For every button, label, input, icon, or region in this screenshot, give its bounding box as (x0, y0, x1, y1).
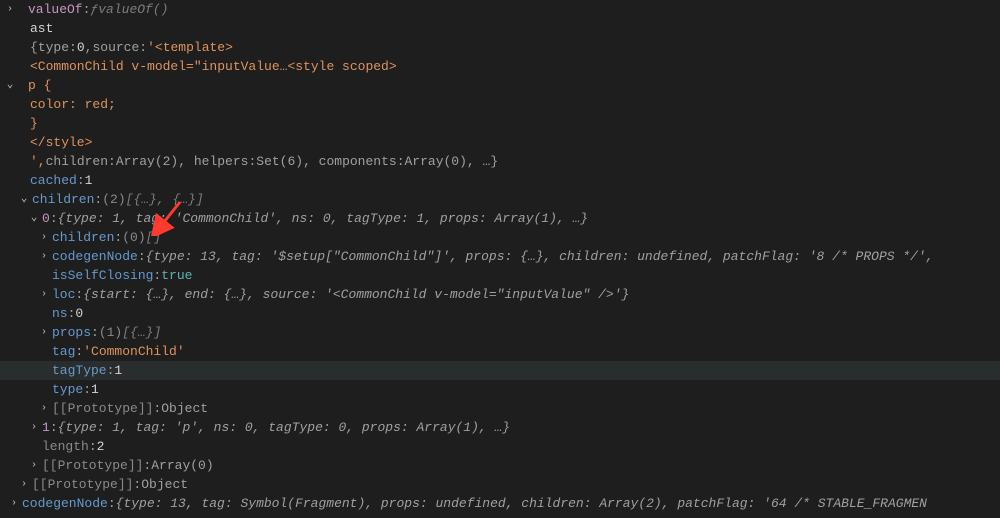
property-key: tagType (52, 361, 107, 380)
property-value: 1 (114, 361, 122, 380)
object-preview: {type: 13, tag: '$setup["CommonChild"]',… (146, 247, 934, 266)
property-key: valueOf (28, 0, 83, 19)
string-value: p { (28, 76, 51, 95)
string-value: } (30, 114, 38, 133)
property-key: codegenNode (52, 247, 138, 266)
property-key: ns (52, 304, 68, 323)
property-value: Array(2) (116, 152, 178, 171)
property-value: Set(6) (256, 152, 303, 171)
tree-row: } (0, 114, 1000, 133)
tree-row[interactable]: isSelfClosing : true (0, 266, 1000, 285)
property-key: tag (52, 342, 75, 361)
tree-row[interactable]: { type : 0 , source : '<template> (0, 38, 1000, 57)
chevron-right-icon[interactable]: › (38, 323, 50, 342)
prototype-value: Object (161, 399, 208, 418)
tree-row[interactable]: › [[Prototype]] : Object (0, 475, 1000, 494)
tree-row[interactable]: type : 1 (0, 380, 1000, 399)
string-value: </style> (30, 133, 92, 152)
property-key: type (38, 38, 69, 57)
tree-row[interactable]: › loc : {start: {…}, end: {…}, source: '… (0, 285, 1000, 304)
tree-row: </style> (0, 133, 1000, 152)
string-value: color: red; (30, 95, 116, 114)
chevron-down-icon[interactable]: ⌄ (18, 190, 30, 209)
chevron-right-icon[interactable]: › (38, 228, 50, 247)
property-key: children (32, 190, 94, 209)
property-value: 0 (77, 38, 85, 57)
tree-row[interactable]: tag : 'CommonChild' (0, 342, 1000, 361)
prototype-value: Object (141, 475, 188, 494)
chevron-right-icon[interactable]: › (4, 0, 16, 19)
chevron-down-icon[interactable]: ⌄ (28, 209, 40, 228)
prototype-value: Array(0) (151, 456, 213, 475)
property-key: props (52, 323, 91, 342)
chevron-right-icon[interactable]: › (28, 418, 40, 437)
tree-row[interactable]: ⌄ children : (2) [{…}, {…}] (0, 190, 1000, 209)
property-key: source (92, 38, 139, 57)
property-key: children (52, 228, 114, 247)
tree-row[interactable]: › codegenNode : {type: 13, tag: Symbol(F… (0, 494, 1000, 513)
tree-row[interactable]: ns : 0 (0, 304, 1000, 323)
property-key: cached (30, 171, 77, 190)
string-value: <CommonChild v-model="inputValue…<style … (30, 57, 397, 76)
array-preview: [{…}] (122, 323, 161, 342)
tree-row[interactable]: length : 2 (0, 437, 1000, 456)
property-value: 0 (75, 304, 83, 323)
property-key: loc (52, 285, 75, 304)
tree-row[interactable]: › codegenNode : {type: 13, tag: '$setup[… (0, 247, 1000, 266)
tree-row-selected[interactable]: tagType : 1 (0, 361, 1000, 380)
chevron-right-icon[interactable]: › (28, 456, 40, 475)
tree-row: ⌄ p { (0, 76, 1000, 95)
property-key: length (42, 437, 89, 456)
array-index: 1 (42, 418, 50, 437)
property-value: 1 (91, 380, 99, 399)
prototype-key: [[Prototype]] (42, 456, 143, 475)
tree-row[interactable]: › props : (1) [{…}] (0, 323, 1000, 342)
array-index: 0 (42, 209, 50, 228)
property-value: 2 (97, 437, 105, 456)
prototype-key: [[Prototype]] (52, 399, 153, 418)
chevron-right-icon[interactable]: › (38, 285, 50, 304)
chevron-right-icon[interactable]: › (38, 399, 50, 418)
property-key: isSelfClosing (52, 266, 153, 285)
property-value: Array(0) (405, 152, 467, 171)
string-value: 'CommonChild' (83, 342, 184, 361)
array-meta: (0) (122, 228, 145, 247)
property-key: type (52, 380, 83, 399)
tree-row[interactable]: › 1 : {type: 1, tag: 'p', ns: 0, tagType… (0, 418, 1000, 437)
array-preview: [] (146, 228, 162, 247)
object-tail: , …} (467, 152, 498, 171)
tree-row: color: red; (0, 95, 1000, 114)
tree-row[interactable]: ast (0, 19, 1000, 38)
array-meta: (2) (102, 190, 125, 209)
array-meta: (1) (99, 323, 122, 342)
tree-row[interactable]: ⌄ 0 : {type: 1, tag: 'CommonChild', ns: … (0, 209, 1000, 228)
property-value: 1 (85, 171, 93, 190)
object-preview: {start: {…}, end: {…}, source: '<CommonC… (83, 285, 629, 304)
tree-row[interactable]: › children : (0) [] (0, 228, 1000, 247)
tree-row[interactable]: cached : 1 (0, 171, 1000, 190)
prototype-key: [[Prototype]] (32, 475, 133, 494)
object-preview: {type: 13, tag: Symbol(Fragment), props:… (116, 494, 927, 513)
chevron-down-icon[interactable]: ⌄ (4, 76, 16, 95)
property-label: ast (30, 19, 53, 38)
prototype-ref: ƒ (90, 0, 98, 19)
boolean-value: true (161, 266, 192, 285)
prototype-method: valueOf() (98, 0, 168, 19)
tree-row[interactable]: › valueOf : ƒ valueOf() (0, 0, 1000, 19)
tree-row: ', children: Array(2) , helpers: Set(6) … (0, 152, 1000, 171)
string-value: '<template> (147, 38, 233, 57)
chevron-right-icon[interactable]: › (38, 247, 50, 266)
object-preview: {type: 1, tag: 'CommonChild', ns: 0, tag… (58, 209, 589, 228)
chevron-right-icon[interactable]: › (18, 475, 30, 494)
array-preview: [{…}, {…}] (126, 190, 204, 209)
chevron-right-icon[interactable]: › (8, 494, 20, 513)
tree-row[interactable]: › [[Prototype]] : Array(0) (0, 456, 1000, 475)
object-preview: {type: 1, tag: 'p', ns: 0, tagType: 0, p… (58, 418, 510, 437)
tree-row: <CommonChild v-model="inputValue…<style … (0, 57, 1000, 76)
tree-row[interactable]: › [[Prototype]] : Object (0, 399, 1000, 418)
property-key: codegenNode (22, 494, 108, 513)
